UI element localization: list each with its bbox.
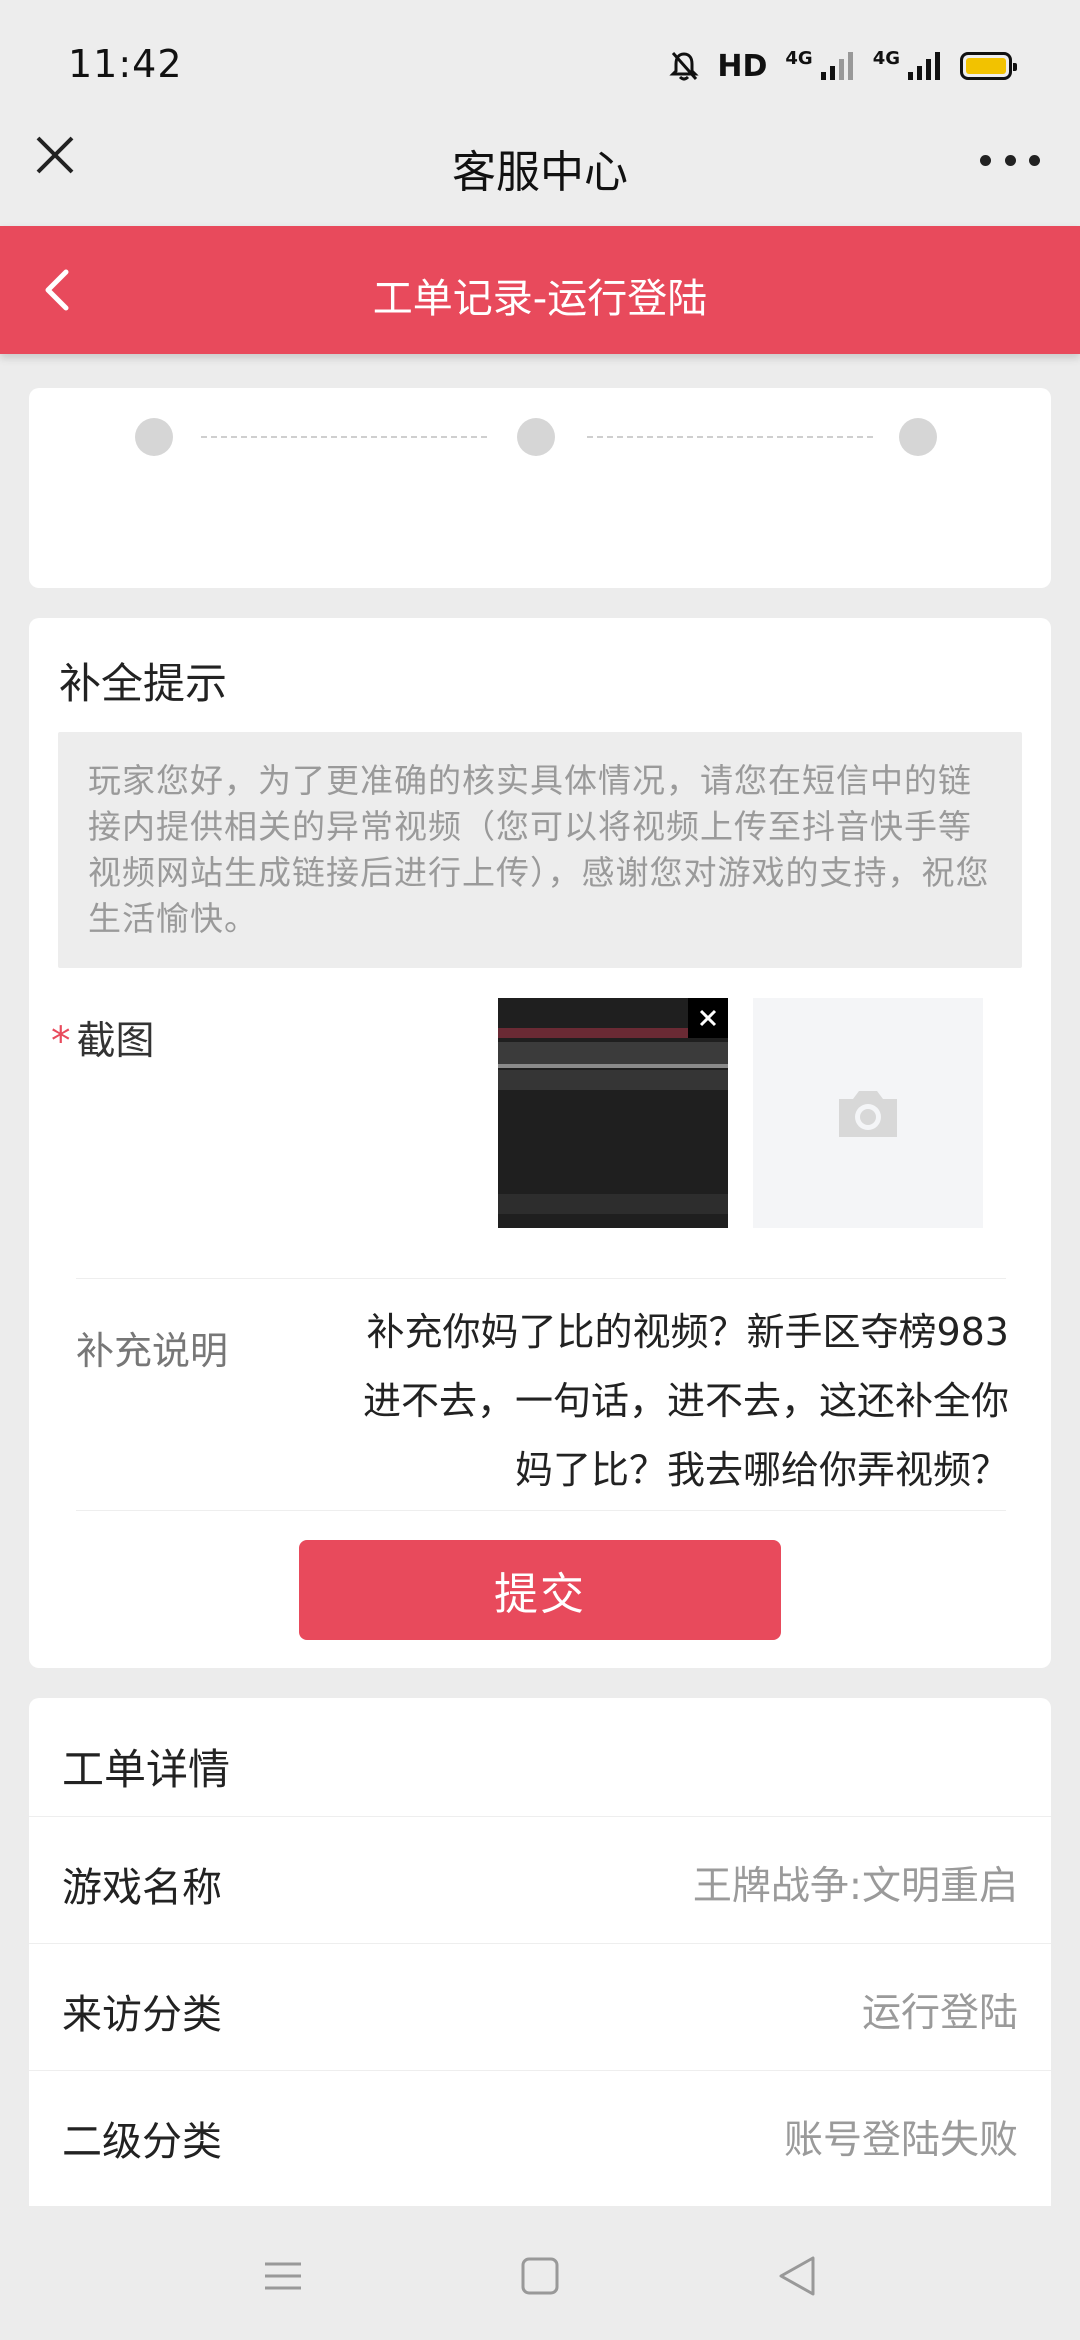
detail-value-subcategory: 账号登陆失败 bbox=[783, 2118, 1018, 2163]
system-nav-bar bbox=[0, 2208, 1080, 2340]
detail-label-subcategory: 二级分类 bbox=[62, 2119, 222, 2165]
step-dot-1 bbox=[135, 418, 173, 456]
detail-value-category: 运行登陆 bbox=[861, 1991, 1018, 2036]
step-connector-2 bbox=[587, 436, 873, 438]
remove-screenshot-button[interactable] bbox=[688, 998, 728, 1038]
mute-bell-icon bbox=[669, 52, 699, 81]
required-star: * bbox=[51, 1019, 71, 1064]
description-label: 补充说明 bbox=[76, 1329, 229, 1373]
more-icon[interactable] bbox=[980, 140, 1040, 180]
divider bbox=[76, 1510, 1006, 1511]
sub-header-title: 工单记录-运行登陆 bbox=[372, 276, 708, 322]
progress-steps-card bbox=[29, 388, 1051, 588]
detail-label-game: 游戏名称 bbox=[62, 1865, 222, 1911]
back-icon[interactable] bbox=[775, 2254, 819, 2298]
signal-icon bbox=[908, 52, 940, 80]
step-dot-2 bbox=[517, 418, 555, 456]
ticket-detail-card: 工单详情 游戏名称 王牌战争:文明重启 来访分类 运行登陆 二级分类 账号登陆失… bbox=[29, 1698, 1051, 2206]
supplement-card: 补全提示 玩家您好，为了更准确的核实具体情况，请您在短信中的链接内提供相关的异常… bbox=[29, 618, 1051, 1668]
sub-header: 工单记录-运行登陆 bbox=[0, 226, 1080, 354]
page-title: 客服中心 bbox=[452, 147, 628, 198]
status-time: 11:42 bbox=[68, 42, 183, 86]
hd-label: HD bbox=[717, 48, 768, 84]
description-field[interactable]: 补充你妈了比的视频？新手区夺榜983进不去，一句话，进不去，这还补全你妈了比？我… bbox=[349, 1298, 1009, 1505]
step-dot-3 bbox=[899, 418, 937, 456]
detail-value-game: 王牌战争:文明重启 bbox=[692, 1864, 1018, 1909]
signal-icon bbox=[820, 52, 853, 80]
step-connector-1 bbox=[201, 436, 487, 438]
home-icon[interactable] bbox=[518, 2254, 562, 2298]
divider bbox=[76, 1278, 1006, 1279]
screenshot-label-text: 截图 bbox=[76, 1019, 155, 1064]
network-label-2: 4G bbox=[872, 47, 900, 69]
network-label-1: 4G bbox=[785, 47, 813, 69]
battery-icon bbox=[960, 52, 1017, 80]
camera-icon bbox=[839, 1091, 897, 1137]
close-icon bbox=[699, 1009, 717, 1027]
menu-icon[interactable] bbox=[261, 2254, 305, 2298]
supplement-title: 补全提示 bbox=[59, 659, 228, 708]
detail-row: 二级分类 账号登陆失败 bbox=[29, 2070, 1051, 2197]
upload-screenshot-button[interactable] bbox=[753, 998, 983, 1228]
screenshot-label: * 截图 bbox=[51, 1010, 155, 1066]
status-icons: HD 4G 4G bbox=[669, 46, 1017, 86]
detail-row: 游戏名称 王牌战争:文明重启 bbox=[29, 1816, 1051, 1943]
detail-label-category: 来访分类 bbox=[62, 1992, 222, 2038]
screenshot-thumbnail[interactable] bbox=[498, 998, 728, 1228]
detail-title: 工单详情 bbox=[62, 1745, 231, 1794]
supplement-notice: 玩家您好，为了更准确的核实具体情况，请您在短信中的链接内提供相关的异常视频（您可… bbox=[58, 732, 1022, 968]
detail-row: 来访分类 运行登陆 bbox=[29, 1943, 1051, 2070]
title-bar: 客服中心 bbox=[0, 100, 1080, 226]
submit-button[interactable]: 提交 bbox=[299, 1540, 781, 1640]
